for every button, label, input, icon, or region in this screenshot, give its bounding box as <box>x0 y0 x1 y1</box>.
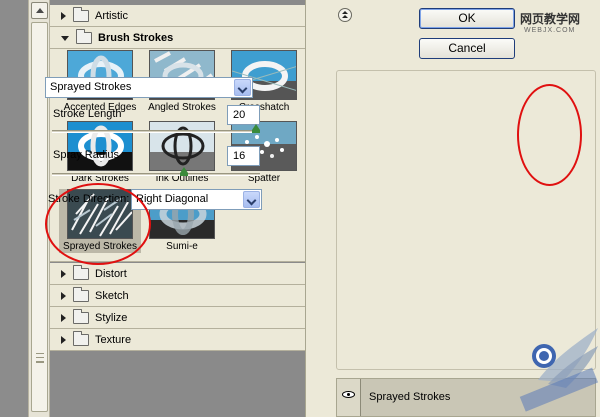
open-folder-icon <box>76 28 92 44</box>
category-brush-strokes[interactable]: Brush Strokes <box>50 27 305 49</box>
spray-radius-slider[interactable] <box>52 173 260 176</box>
category-sketch[interactable]: Sketch <box>50 285 305 307</box>
visibility-toggle[interactable] <box>337 379 361 416</box>
collapse-triangle-icon[interactable] <box>61 36 69 41</box>
ink-outlines-preview <box>149 121 215 171</box>
category-stylize[interactable]: Stylize <box>50 307 305 329</box>
watermark-url: WEBJX.COM <box>524 27 576 34</box>
watermark-site-name: 网页教学网 <box>520 12 581 26</box>
watermark-logo-icon <box>519 328 599 412</box>
stroke-length-slider[interactable] <box>52 130 260 133</box>
thumb-label: Sumi-e <box>166 241 198 252</box>
category-label: Texture <box>95 333 132 346</box>
spray-radius-slider-handle[interactable] <box>180 167 188 176</box>
filter-list-scrollbar[interactable] <box>28 0 50 417</box>
stroke-length-input[interactable]: 20 <box>227 105 260 125</box>
expand-triangle-icon[interactable] <box>61 11 66 20</box>
folder-icon <box>73 330 89 346</box>
stroke-length-slider-handle[interactable] <box>252 124 260 133</box>
eye-icon <box>342 391 355 398</box>
thumb-label: Angled Strokes <box>148 102 216 113</box>
folder-icon <box>73 308 89 324</box>
stroke-direction-label: Stroke Direction: <box>48 193 130 205</box>
expand-triangle-icon[interactable] <box>61 269 66 278</box>
effect-layer-name: Sprayed Strokes <box>369 391 451 403</box>
chevron-down-icon[interactable] <box>243 191 260 208</box>
thumb-label: Sprayed Strokes <box>63 241 137 252</box>
cancel-button[interactable]: Cancel <box>419 38 515 59</box>
ok-button[interactable]: OK <box>419 8 515 29</box>
expand-triangle-icon[interactable] <box>61 291 66 300</box>
grip-icon <box>36 353 44 363</box>
category-texture[interactable]: Texture <box>50 329 305 351</box>
category-artistic[interactable]: Artistic <box>50 5 305 27</box>
category-label: Stylize <box>95 311 128 324</box>
folder-icon <box>73 264 89 280</box>
stroke-direction-value: Right Diagonal <box>136 193 209 205</box>
expand-triangle-icon[interactable] <box>61 335 66 344</box>
stroke-direction-select[interactable]: Right Diagonal <box>131 189 262 210</box>
filter-select[interactable]: Sprayed Strokes <box>45 77 253 98</box>
category-label: Distort <box>95 267 127 280</box>
filter-select-value: Sprayed Strokes <box>50 81 132 93</box>
folder-icon <box>73 6 89 22</box>
expand-triangle-icon[interactable] <box>61 313 66 322</box>
collapse-gallery-icon[interactable] <box>338 8 352 22</box>
preview-area <box>0 0 28 417</box>
dark-strokes-preview <box>67 121 133 171</box>
category-label: Sketch <box>95 289 129 302</box>
chevron-down-icon[interactable] <box>234 79 251 96</box>
stroke-length-label: Stroke Length <box>53 108 122 120</box>
spray-radius-input[interactable]: 16 <box>227 146 260 166</box>
scroll-up-arrow-icon[interactable] <box>31 2 48 19</box>
category-distort[interactable]: Distort <box>50 263 305 285</box>
category-label: Artistic <box>95 9 128 22</box>
category-label: Brush Strokes <box>98 31 174 44</box>
spray-radius-label: Spray Radius <box>53 149 120 161</box>
folder-icon <box>73 286 89 302</box>
